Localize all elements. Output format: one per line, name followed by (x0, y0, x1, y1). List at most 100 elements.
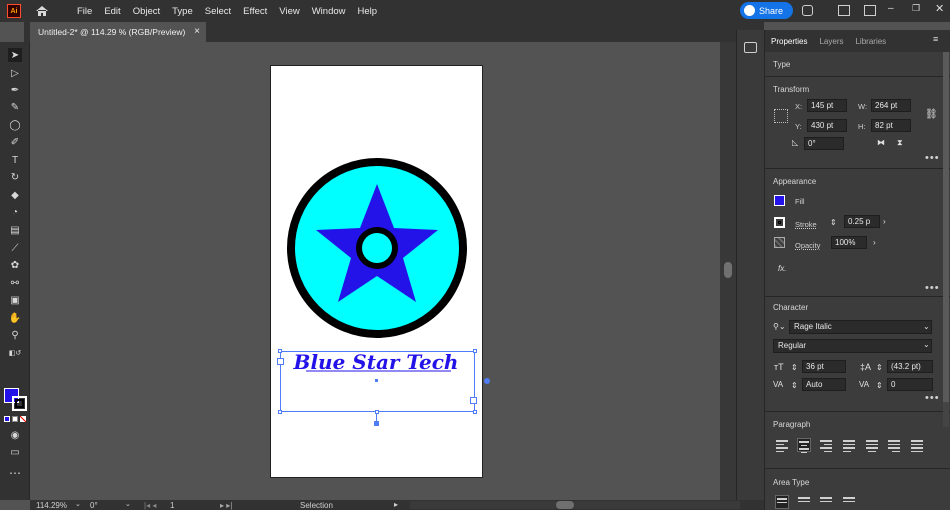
area-type-align-top-icon[interactable] (775, 495, 789, 509)
eraser-tool-icon[interactable]: ◆ (8, 188, 22, 202)
workspace-icon[interactable] (864, 5, 876, 16)
opacity-field[interactable]: 100% (831, 236, 867, 249)
panel-menu-icon[interactable]: ≡ (933, 34, 938, 44)
area-type-justify-icon[interactable] (842, 495, 856, 509)
y-field[interactable]: 430 pt (807, 119, 847, 132)
justify-last-right-icon[interactable] (887, 438, 901, 452)
next-artboard-icon[interactable]: ▸ ▸| (220, 501, 232, 510)
transform-more-icon[interactable]: ••• (925, 152, 940, 164)
font-style-dropdown[interactable]: Regular (773, 339, 932, 353)
shape-builder-tool-icon[interactable]: ◔ (8, 205, 22, 219)
menu-select[interactable]: Select (199, 6, 237, 17)
handle-top-left[interactable] (278, 349, 282, 353)
gradient-mode-icon[interactable] (12, 416, 18, 422)
vertical-scroll-thumb[interactable] (724, 262, 732, 278)
menu-file[interactable]: File (71, 6, 98, 17)
justify-last-left-icon[interactable] (842, 438, 856, 452)
reference-point-icon[interactable] (774, 109, 788, 123)
rotate-tool-icon[interactable]: ↻ (8, 170, 22, 184)
font-search-icon[interactable]: ⚲⌄ (773, 322, 786, 331)
document-tab[interactable]: Untitled-2* @ 114.29 % (RGB/Preview) × (30, 22, 206, 42)
h-field[interactable]: 82 pt (871, 119, 911, 132)
menu-effect[interactable]: Effect (237, 6, 273, 17)
hand-tool-icon[interactable]: ✋ (8, 311, 22, 325)
flip-horizontal-icon[interactable]: ⧓ (877, 138, 885, 147)
stroke-color-swatch[interactable] (12, 396, 27, 411)
draw-mode-icon[interactable]: ◉ (8, 428, 22, 442)
handle-bottom-right[interactable] (473, 410, 477, 414)
color-mode-icon[interactable] (4, 416, 10, 422)
artboard-tool-icon[interactable]: ▣ (8, 293, 22, 307)
first-artboard-icon[interactable]: |◂ ◂ (144, 501, 156, 510)
font-style-chevron-icon[interactable]: ⌄ (923, 340, 930, 349)
close-tab-icon[interactable]: × (194, 26, 200, 37)
character-more-icon[interactable]: ••• (925, 392, 940, 404)
tab-layers[interactable]: Layers (813, 37, 849, 46)
handle-top-right[interactable] (473, 349, 477, 353)
flip-vertical-icon[interactable]: ⧗ (897, 138, 903, 148)
constrain-proportions-icon[interactable]: ⛓ (925, 109, 938, 120)
horizontal-scroll-thumb[interactable] (556, 501, 574, 509)
font-size-field[interactable]: 36 pt (802, 360, 846, 373)
menu-window[interactable]: Window (306, 6, 352, 17)
kerning-arrows[interactable]: ⇕ (791, 381, 798, 390)
eyedropper-tool-icon[interactable]: ⟋ (8, 241, 22, 255)
menu-help[interactable]: Help (352, 6, 384, 17)
font-family-chevron-icon[interactable]: ⌄ (923, 322, 930, 331)
home-icon[interactable] (35, 5, 49, 17)
screen-mode-icon[interactable]: ▭ (8, 445, 22, 459)
justify-last-center-icon[interactable] (865, 438, 879, 452)
font-size-arrows[interactable]: ⇕ (791, 363, 798, 372)
out-port[interactable] (470, 397, 477, 404)
rotate-field[interactable]: 0° (804, 137, 844, 150)
align-left-icon[interactable] (775, 438, 789, 452)
x-field[interactable]: 145 pt (807, 99, 847, 112)
logo-ring-inner[interactable] (362, 233, 392, 263)
menu-type[interactable]: Type (166, 6, 199, 17)
vertical-scrollbar[interactable] (720, 42, 736, 500)
direct-selection-tool-icon[interactable]: ▷ (8, 66, 22, 80)
comments-icon[interactable] (744, 42, 757, 53)
effects-icon[interactable]: fx. (778, 264, 786, 273)
menu-view[interactable]: View (273, 6, 305, 17)
tab-libraries[interactable]: Libraries (849, 37, 892, 46)
panel-scrollbar[interactable] (943, 52, 949, 427)
zoom-dropdown-icon[interactable]: ⌄ (75, 500, 81, 508)
appearance-stroke-swatch[interactable] (774, 217, 785, 228)
gradient-tool-icon[interactable]: ▤ (8, 223, 22, 237)
area-type-handle[interactable] (484, 378, 490, 384)
selection-tool-icon[interactable]: ➤ (8, 48, 22, 62)
symbol-sprayer-tool-icon[interactable]: ✿ (8, 258, 22, 272)
menu-edit[interactable]: Edit (98, 6, 126, 17)
status-arrow-icon[interactable]: ▸ (394, 500, 398, 509)
share-button[interactable]: Share (740, 2, 793, 19)
leading-field[interactable]: (43.2 pt) (887, 360, 933, 373)
fill-stroke-swatch[interactable] (4, 388, 28, 412)
opacity-label[interactable]: Opacity (795, 241, 820, 250)
pen-tool-icon[interactable]: ✒ (8, 83, 22, 97)
bell-icon[interactable] (802, 5, 813, 16)
zoom-level[interactable]: 114.29% (36, 501, 67, 510)
align-center-icon[interactable] (797, 438, 811, 453)
justify-all-icon[interactable] (910, 438, 924, 452)
edit-toolbar-icon[interactable]: ⋯ (8, 466, 22, 480)
kerning-field[interactable]: Auto (802, 378, 846, 391)
in-port[interactable] (277, 358, 284, 365)
font-family-dropdown[interactable]: Rage Italic (789, 320, 932, 334)
restore-icon[interactable]: ❐ (912, 3, 920, 14)
opacity-dropdown-icon[interactable]: › (873, 238, 876, 247)
rotation-dropdown-icon[interactable]: ⌄ (125, 500, 131, 508)
area-type-align-middle-icon[interactable] (797, 495, 811, 509)
tracking-arrows[interactable]: ⇕ (876, 381, 883, 390)
menu-object[interactable]: Object (127, 6, 166, 17)
swap-fill-stroke-icon[interactable]: ◧↺ (8, 346, 22, 360)
appearance-more-icon[interactable]: ••• (925, 282, 940, 294)
zoom-tool-icon[interactable]: ⚲ (8, 328, 22, 342)
ellipse-tool-icon[interactable]: ◯ (8, 118, 22, 132)
close-window-icon[interactable]: ✕ (935, 2, 944, 15)
stroke-label[interactable]: Stroke (795, 220, 817, 229)
area-type-align-bottom-icon[interactable] (819, 495, 833, 509)
paintbrush-tool-icon[interactable]: ✐ (8, 135, 22, 149)
puppet-warp-tool-icon[interactable]: ⚯ (8, 276, 22, 290)
minimize-icon[interactable]: – (888, 3, 894, 14)
